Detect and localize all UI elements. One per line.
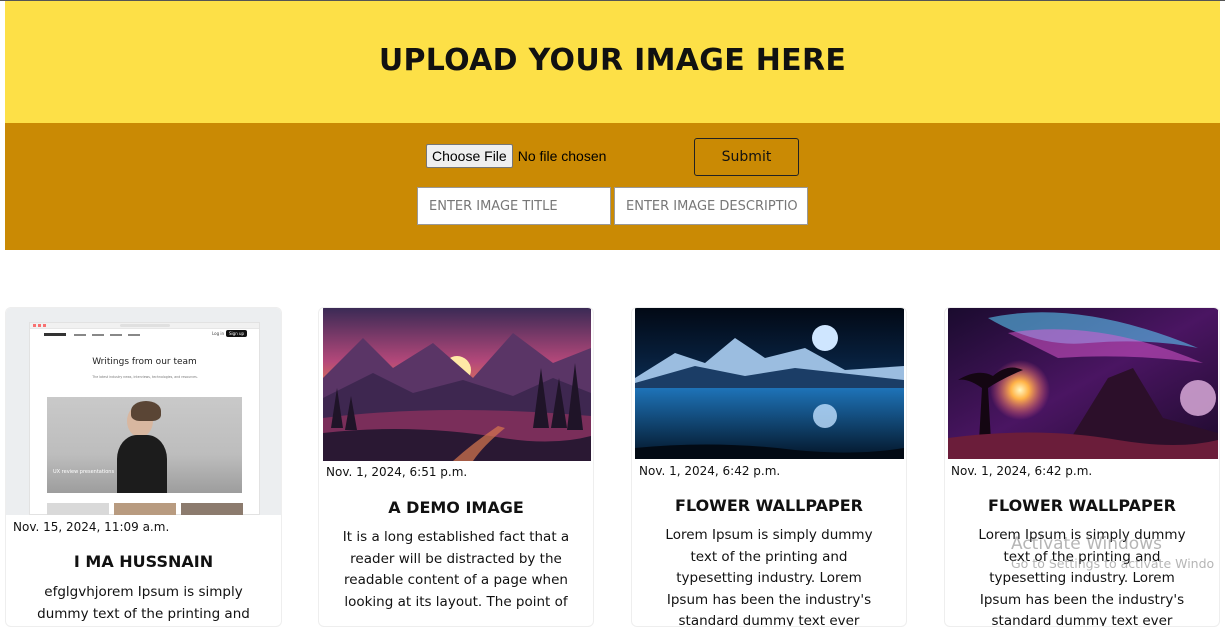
card-title: A DEMO IMAGE [388, 498, 524, 517]
thumb-login: Log in [212, 331, 225, 336]
thumb-row-image-3 [181, 503, 243, 515]
card-title: I MA HUSSNAIN [73, 552, 214, 571]
card-date: Nov. 1, 2024, 6:42 p.m. [951, 464, 1093, 478]
thumb-signup: Sign up [226, 330, 248, 337]
page-header: UPLOAD YOUR IMAGE HERE [5, 1, 1220, 123]
thumb-portrait-hair [131, 401, 161, 421]
planet [1180, 380, 1216, 416]
card-description: efglgvhjorem Ipsum is simply dummy text … [37, 584, 250, 622]
card-image[interactable] [323, 308, 591, 461]
file-status-text: No file chosen [517, 148, 607, 164]
thumb-nav: Log in Sign up [30, 329, 259, 341]
card-image[interactable]: Log in Sign up Writings from our team Th… [6, 308, 281, 515]
card-title: FLOWER WALLPAPER [675, 496, 863, 515]
thumb-heading: Writings from our team [92, 357, 197, 367]
thumb-url-bar [120, 324, 170, 327]
image-description-input[interactable]: ENTER IMAGE DESCRIPTIO [614, 187, 808, 225]
thumb-feature-label: UX review presentations [53, 469, 115, 475]
thumb-portrait-body [117, 435, 167, 493]
image-card[interactable]: Nov. 1, 2024, 6:42 p.m. FLOWER WALLPAPER… [944, 307, 1220, 627]
moon [812, 325, 838, 351]
moon-reflection [813, 404, 837, 428]
card-description: It is a long established fact that a rea… [342, 529, 570, 610]
card-image[interactable] [948, 308, 1218, 459]
thumb-window-dots [33, 324, 47, 327]
page-title: UPLOAD YOUR IMAGE HERE [378, 42, 847, 78]
thumb-row-image-1 [47, 503, 109, 515]
image-title-input[interactable]: ENTER IMAGE TITLE [417, 187, 611, 225]
card-date: Nov. 1, 2024, 6:51 p.m. [326, 465, 468, 479]
thumb-subheading: The latest industry news, interviews, te… [92, 375, 198, 379]
submit-button[interactable]: Submit [694, 138, 799, 176]
card-description: Lorem Ipsum is simply dummy text of the … [665, 527, 873, 627]
thumb-browser-window: Log in Sign up Writings from our team Th… [29, 322, 260, 515]
file-input[interactable]: Choose File No file chosen [426, 144, 606, 168]
thumb-logo [44, 333, 66, 336]
choose-file-button[interactable]: Choose File [426, 144, 513, 168]
image-card[interactable]: Log in Sign up Writings from our team Th… [5, 307, 282, 627]
card-date: Nov. 15, 2024, 11:09 a.m. [13, 520, 170, 534]
image-card[interactable]: Nov. 1, 2024, 6:51 p.m. A DEMO IMAGE It … [318, 307, 594, 627]
image-card[interactable]: Nov. 1, 2024, 6:42 p.m. FLOWER WALLPAPER… [631, 307, 907, 627]
card-description: Lorem Ipsum is simply dummy text of the … [978, 527, 1186, 627]
thumb-row-image-2 [114, 503, 176, 515]
card-title: FLOWER WALLPAPER [988, 496, 1176, 515]
thumb-feature-image: UX review presentations [47, 397, 242, 493]
card-image[interactable] [635, 308, 904, 459]
thumb-nav-links [74, 334, 144, 336]
card-date: Nov. 1, 2024, 6:42 p.m. [639, 464, 781, 478]
upload-form: Choose File No file chosen Submit ENTER … [5, 123, 1220, 250]
